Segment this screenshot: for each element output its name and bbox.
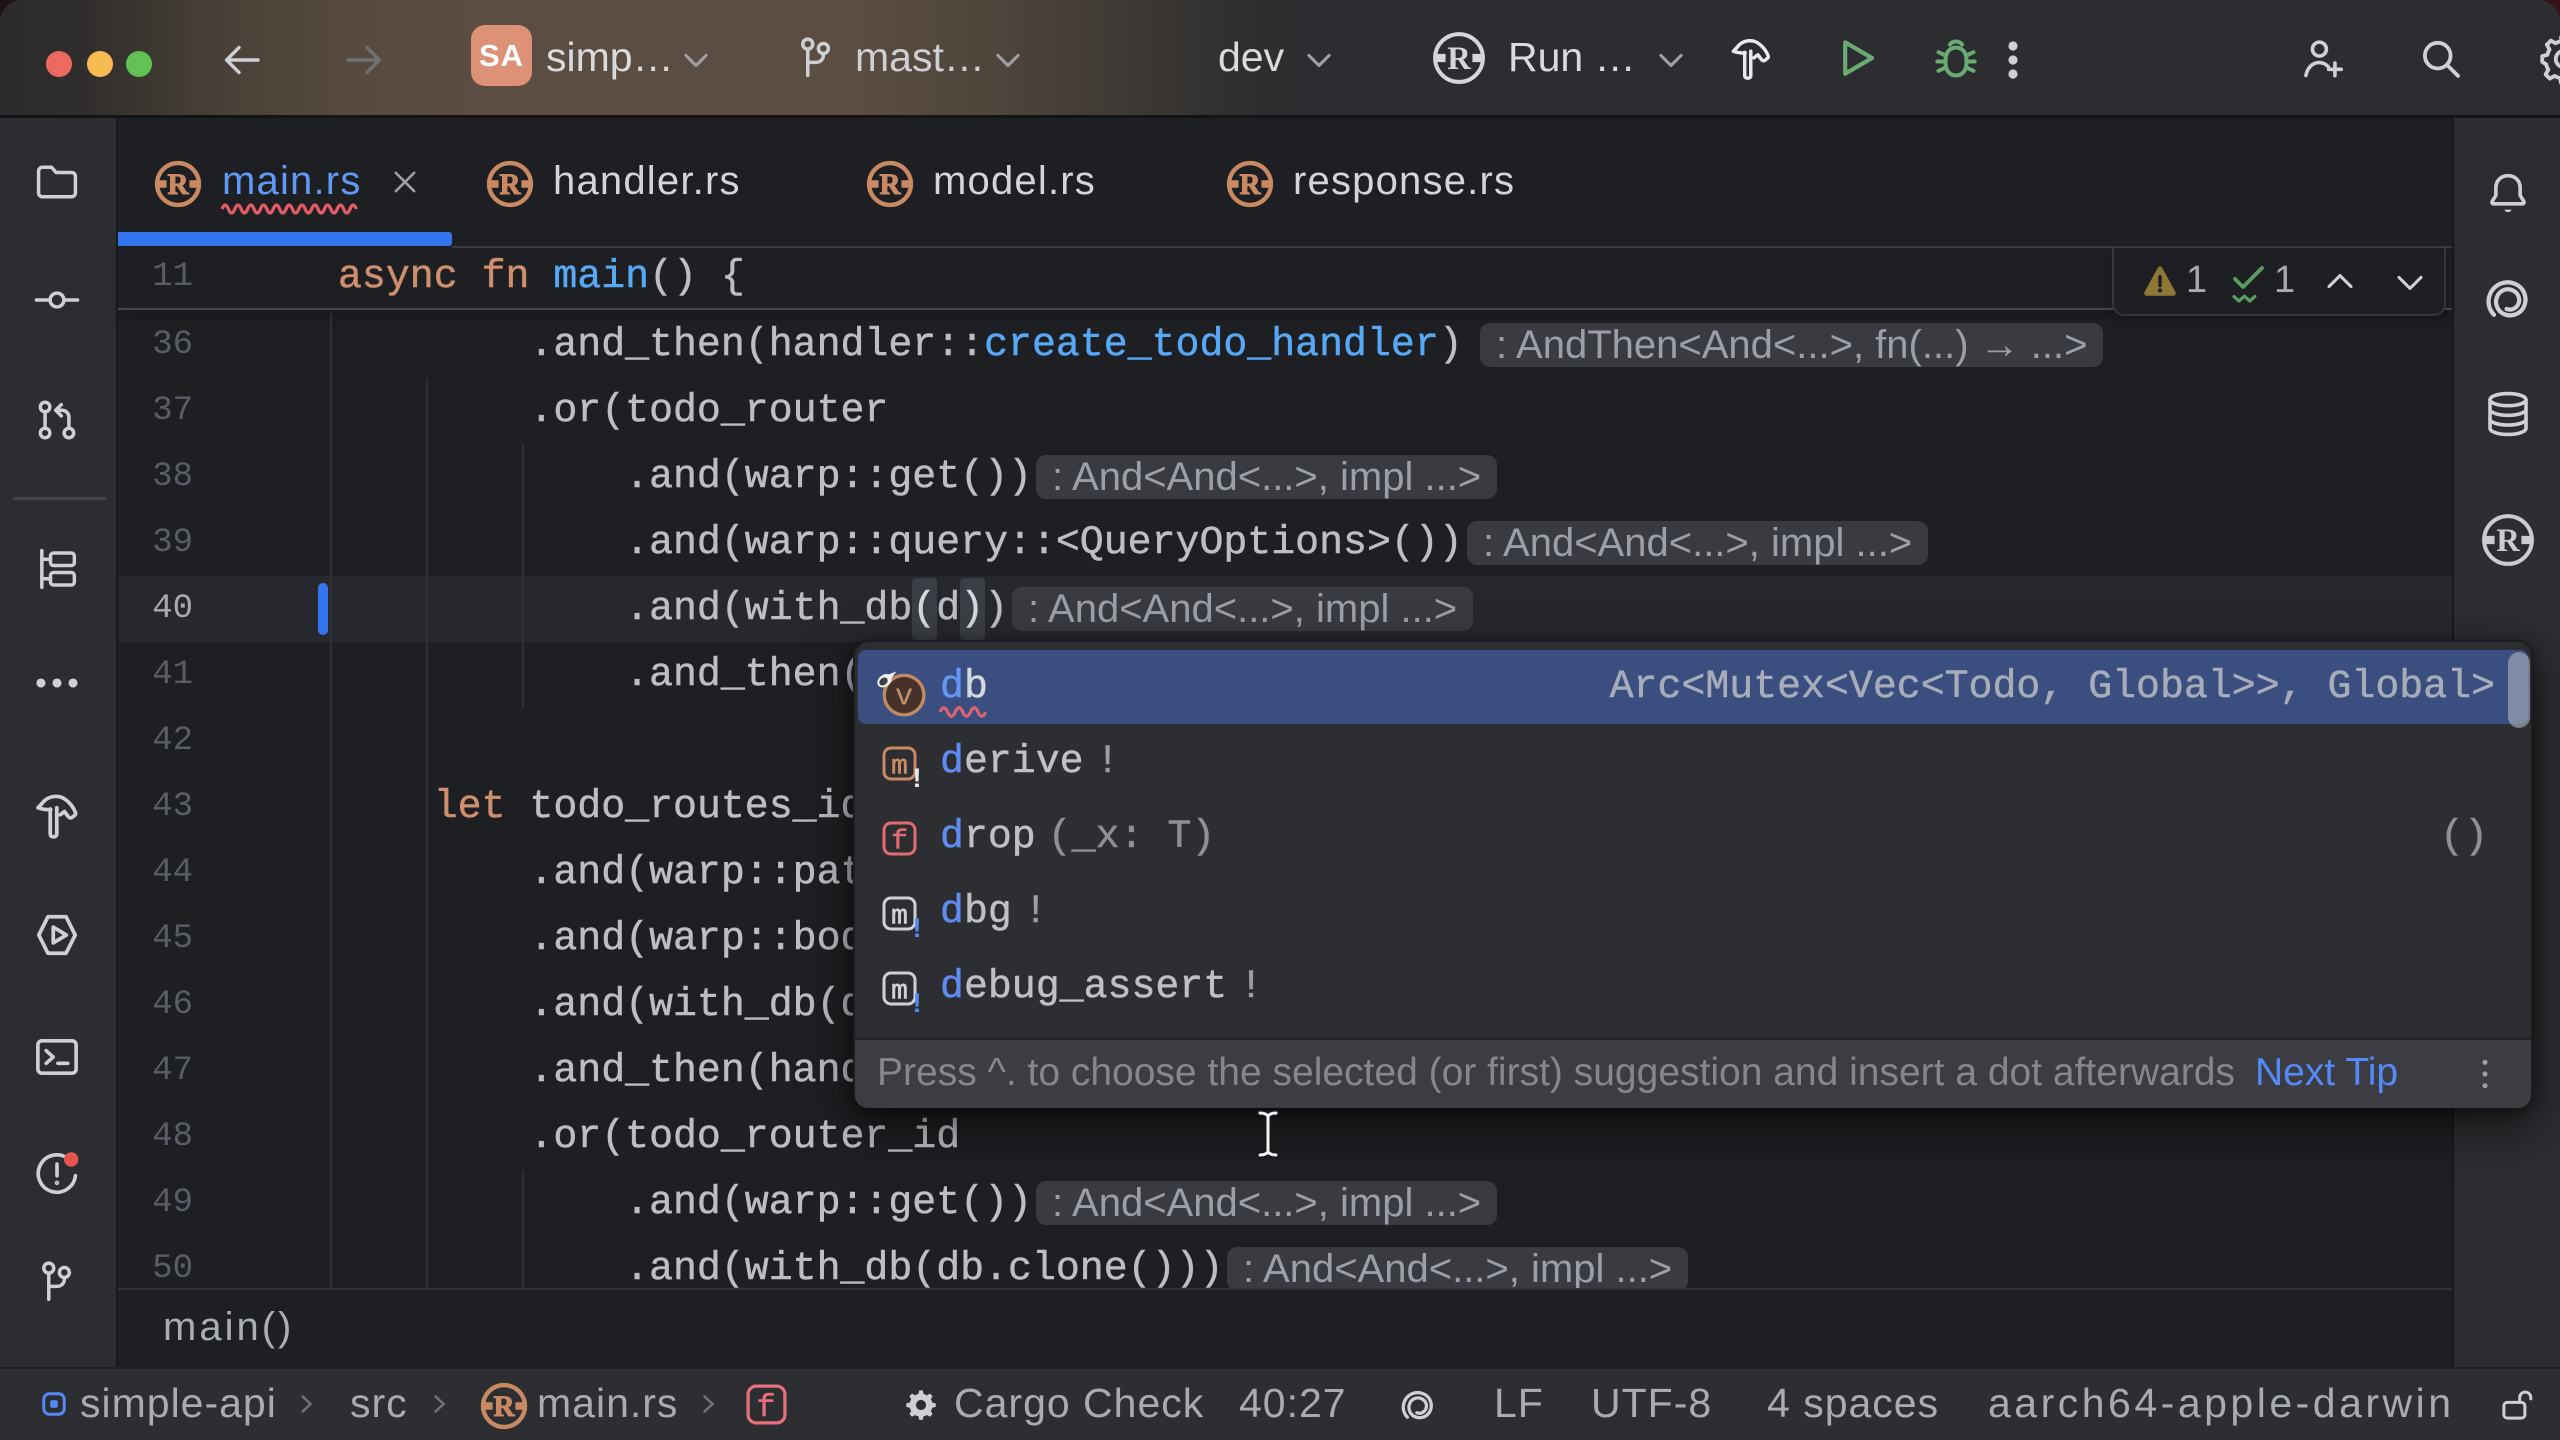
svg-text:m: m — [891, 752, 908, 783]
svg-text:v: v — [895, 680, 913, 714]
svg-text:f: f — [756, 1390, 775, 1426]
svg-text:!: ! — [913, 913, 922, 937]
svg-text:R: R — [167, 169, 189, 201]
svg-text:R: R — [499, 169, 521, 201]
svg-text:R: R — [879, 169, 901, 201]
svg-text:R: R — [1447, 41, 1471, 77]
svg-text:!: ! — [913, 988, 922, 1012]
svg-text:R: R — [493, 1391, 515, 1423]
svg-text:m: m — [891, 977, 908, 1008]
svg-text:m: m — [891, 902, 908, 933]
svg-text:R: R — [2496, 523, 2520, 559]
svg-text:!: ! — [913, 763, 922, 787]
svg-text:f: f — [891, 827, 908, 858]
svg-text:R: R — [1239, 169, 1261, 201]
